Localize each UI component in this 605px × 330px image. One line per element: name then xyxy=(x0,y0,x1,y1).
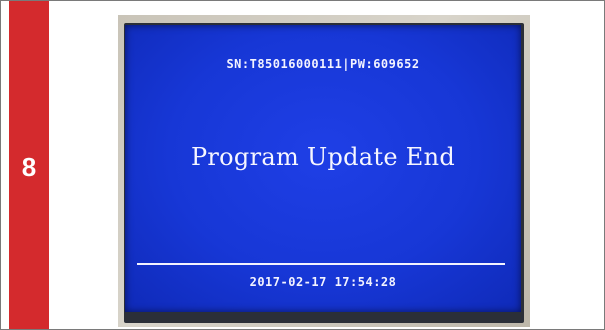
update-status-message: Program Update End xyxy=(190,143,456,171)
datetime-readout: 2017-02-17 17:54:28 xyxy=(249,275,397,289)
instruction-frame: 8 SN:T85016000111|PW:609652 Program Upda… xyxy=(0,0,605,330)
device-screen: SN:T85016000111|PW:609652 Program Update… xyxy=(125,25,521,312)
serial-password-line: SN:T85016000111|PW:609652 xyxy=(226,57,420,71)
screen-divider xyxy=(137,263,505,265)
step-indicator: 8 xyxy=(9,1,49,329)
step-number: 8 xyxy=(21,152,37,182)
